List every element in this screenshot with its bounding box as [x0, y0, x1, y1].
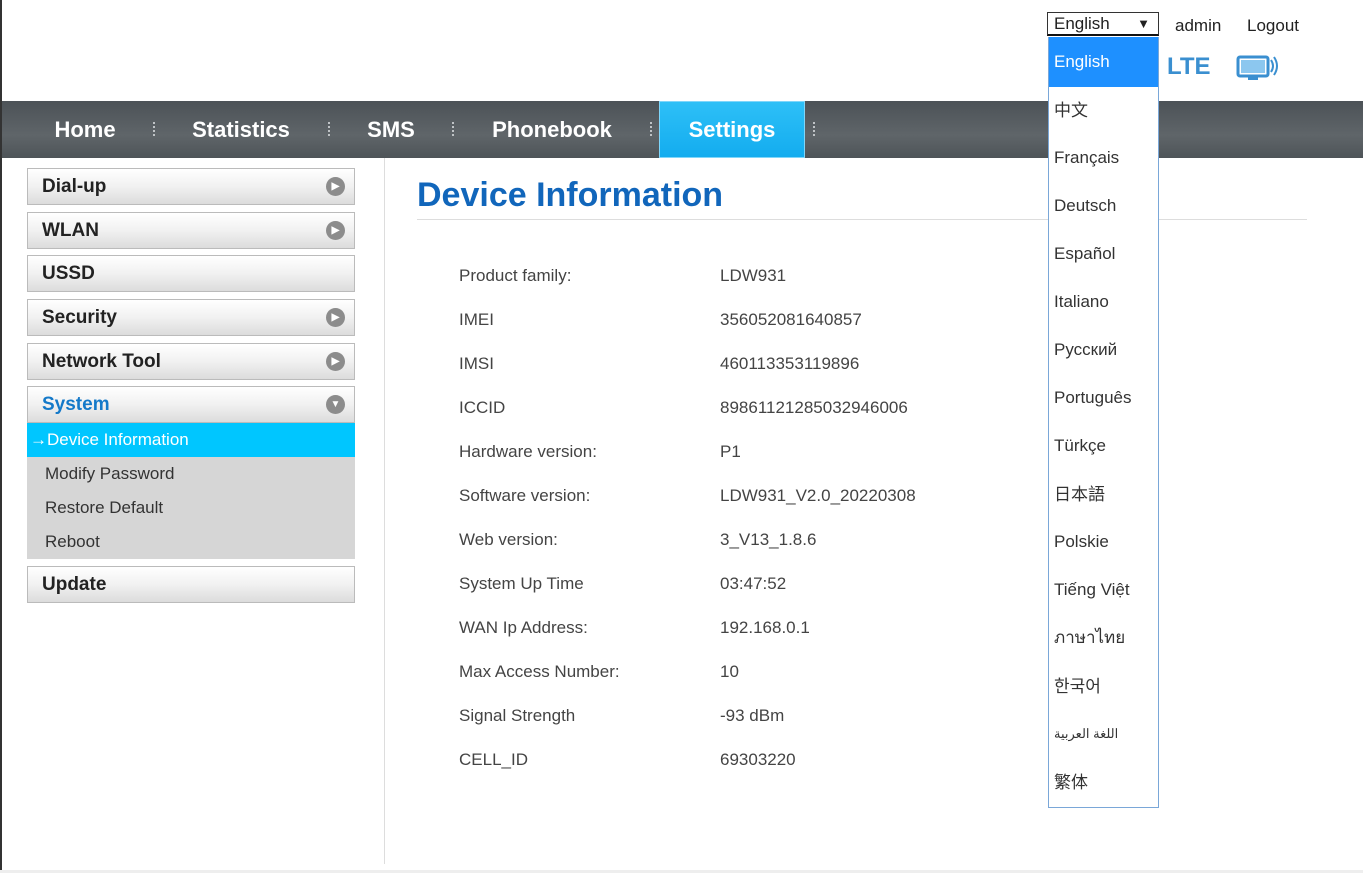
sidebar-item-security[interactable]: Security ▶ [27, 299, 355, 336]
sidebar-item-dial-up[interactable]: Dial-up ▶ [27, 168, 355, 205]
info-value: 460113353119896 [720, 354, 860, 373]
language-select-value: English [1054, 14, 1110, 33]
info-value: P1 [720, 442, 741, 461]
language-dropdown-list: English 中文 Français Deutsch Español Ital… [1048, 37, 1159, 808]
submenu-label: Device Information [47, 430, 189, 449]
language-option-korean[interactable]: 한국어 [1049, 663, 1158, 711]
language-option-japanese[interactable]: 日本語 [1049, 471, 1158, 519]
sidebar-item-label: Network Tool [42, 351, 161, 372]
language-option-portuguese[interactable]: Português [1049, 374, 1158, 422]
expand-arrow-icon: ▶ [326, 308, 345, 327]
info-label: CELL_ID [459, 750, 528, 769]
info-label: System Up Time [459, 574, 584, 593]
expand-arrow-icon: ▶ [326, 352, 345, 371]
language-option-vietnamese[interactable]: Tiếng Việt [1049, 566, 1158, 614]
language-option-english[interactable]: English [1049, 37, 1158, 87]
nav-statistics[interactable]: Statistics [182, 101, 300, 158]
info-label: Signal Strength [459, 706, 576, 725]
info-value: 3_V13_1.8.6 [720, 530, 817, 549]
language-option-polish[interactable]: Polskie [1049, 518, 1158, 566]
user-label: admin [1175, 16, 1222, 35]
sidebar-item-system[interactable]: System ▼ [27, 386, 355, 423]
language-option-traditional-chinese[interactable]: 繁体 [1049, 759, 1158, 807]
language-option-arabic[interactable]: اللغة العربية [1049, 710, 1158, 758]
logout-link[interactable]: Logout [1247, 16, 1299, 36]
info-value: 69303220 [720, 750, 796, 769]
language-option-italian[interactable]: Italiano [1049, 278, 1158, 326]
submenu-device-information[interactable]: →Device Information [27, 423, 355, 457]
info-value: 192.168.0.1 [720, 618, 810, 637]
nav-separator [153, 122, 155, 136]
sidebar-item-network-tool[interactable]: Network Tool ▶ [27, 343, 355, 380]
nav-separator [650, 122, 652, 136]
language-option-chinese[interactable]: 中文 [1049, 87, 1158, 135]
expand-arrow-icon: ▶ [326, 221, 345, 240]
language-select[interactable]: English ▼ [1047, 12, 1159, 36]
sidebar-item-label: WLAN [42, 220, 99, 241]
submenu-restore-default[interactable]: Restore Default [27, 491, 355, 525]
chevron-down-icon: ▼ [1137, 16, 1150, 31]
language-option-turkish[interactable]: Türkçe [1049, 422, 1158, 470]
language-option-german[interactable]: Deutsch [1049, 182, 1158, 230]
sidebar-item-label: Dial-up [42, 176, 107, 197]
info-value: 356052081640857 [720, 310, 862, 329]
nav-settings[interactable]: Settings [659, 101, 805, 158]
info-value: LDW931_V2.0_20220308 [720, 486, 916, 505]
sidebar-item-label: System [42, 394, 110, 415]
sidebar-item-label: Security [42, 307, 117, 328]
info-label: IMSI [459, 354, 494, 373]
nav-separator [328, 122, 330, 136]
expand-arrow-icon: ▶ [326, 177, 345, 196]
language-option-spanish[interactable]: Español [1049, 230, 1158, 278]
title-divider [417, 219, 1307, 220]
info-label: Web version: [459, 530, 558, 549]
language-option-french[interactable]: Français [1049, 134, 1158, 182]
system-submenu: →Device Information Modify Password Rest… [27, 423, 355, 559]
sidebar-item-update[interactable]: Update [27, 566, 355, 603]
nav-separator [452, 122, 454, 136]
monitor-signal-icon [1236, 55, 1278, 80]
info-label: Software version: [459, 486, 591, 505]
sidebar-item-ussd[interactable]: USSD [27, 255, 355, 292]
submenu-modify-password[interactable]: Modify Password [27, 457, 355, 491]
nav-sms[interactable]: SMS [352, 101, 430, 158]
info-value: 03:47:52 [720, 574, 787, 593]
info-label: IMEI [459, 310, 494, 329]
info-value: -93 dBm [720, 706, 785, 725]
page-title: Device Information [417, 176, 724, 214]
info-label: Hardware version: [459, 442, 597, 461]
network-type-label: LTE [1167, 53, 1211, 80]
info-label: Product family: [459, 266, 572, 285]
sidebar-divider [384, 158, 385, 864]
info-value: 10 [720, 662, 739, 681]
sidebar-item-label: USSD [42, 263, 95, 284]
collapse-arrow-icon: ▼ [326, 395, 345, 414]
nav-phonebook[interactable]: Phonebook [480, 101, 624, 158]
language-option-thai[interactable]: ภาษาไทย [1049, 614, 1158, 662]
nav-home[interactable]: Home [35, 101, 135, 158]
info-label: WAN Ip Address: [459, 618, 588, 637]
info-value: 89861121285032946006 [720, 398, 908, 417]
nav-separator [813, 122, 815, 136]
info-value: LDW931 [720, 266, 787, 285]
info-label: Max Access Number: [459, 662, 620, 681]
sidebar-item-label: Update [42, 574, 107, 595]
info-label: ICCID [459, 398, 506, 417]
submenu-reboot[interactable]: Reboot [27, 525, 355, 559]
language-option-russian[interactable]: Русский [1049, 326, 1158, 374]
arrow-right-icon: → [30, 430, 47, 449]
sidebar-item-wlan[interactable]: WLAN ▶ [27, 212, 355, 249]
